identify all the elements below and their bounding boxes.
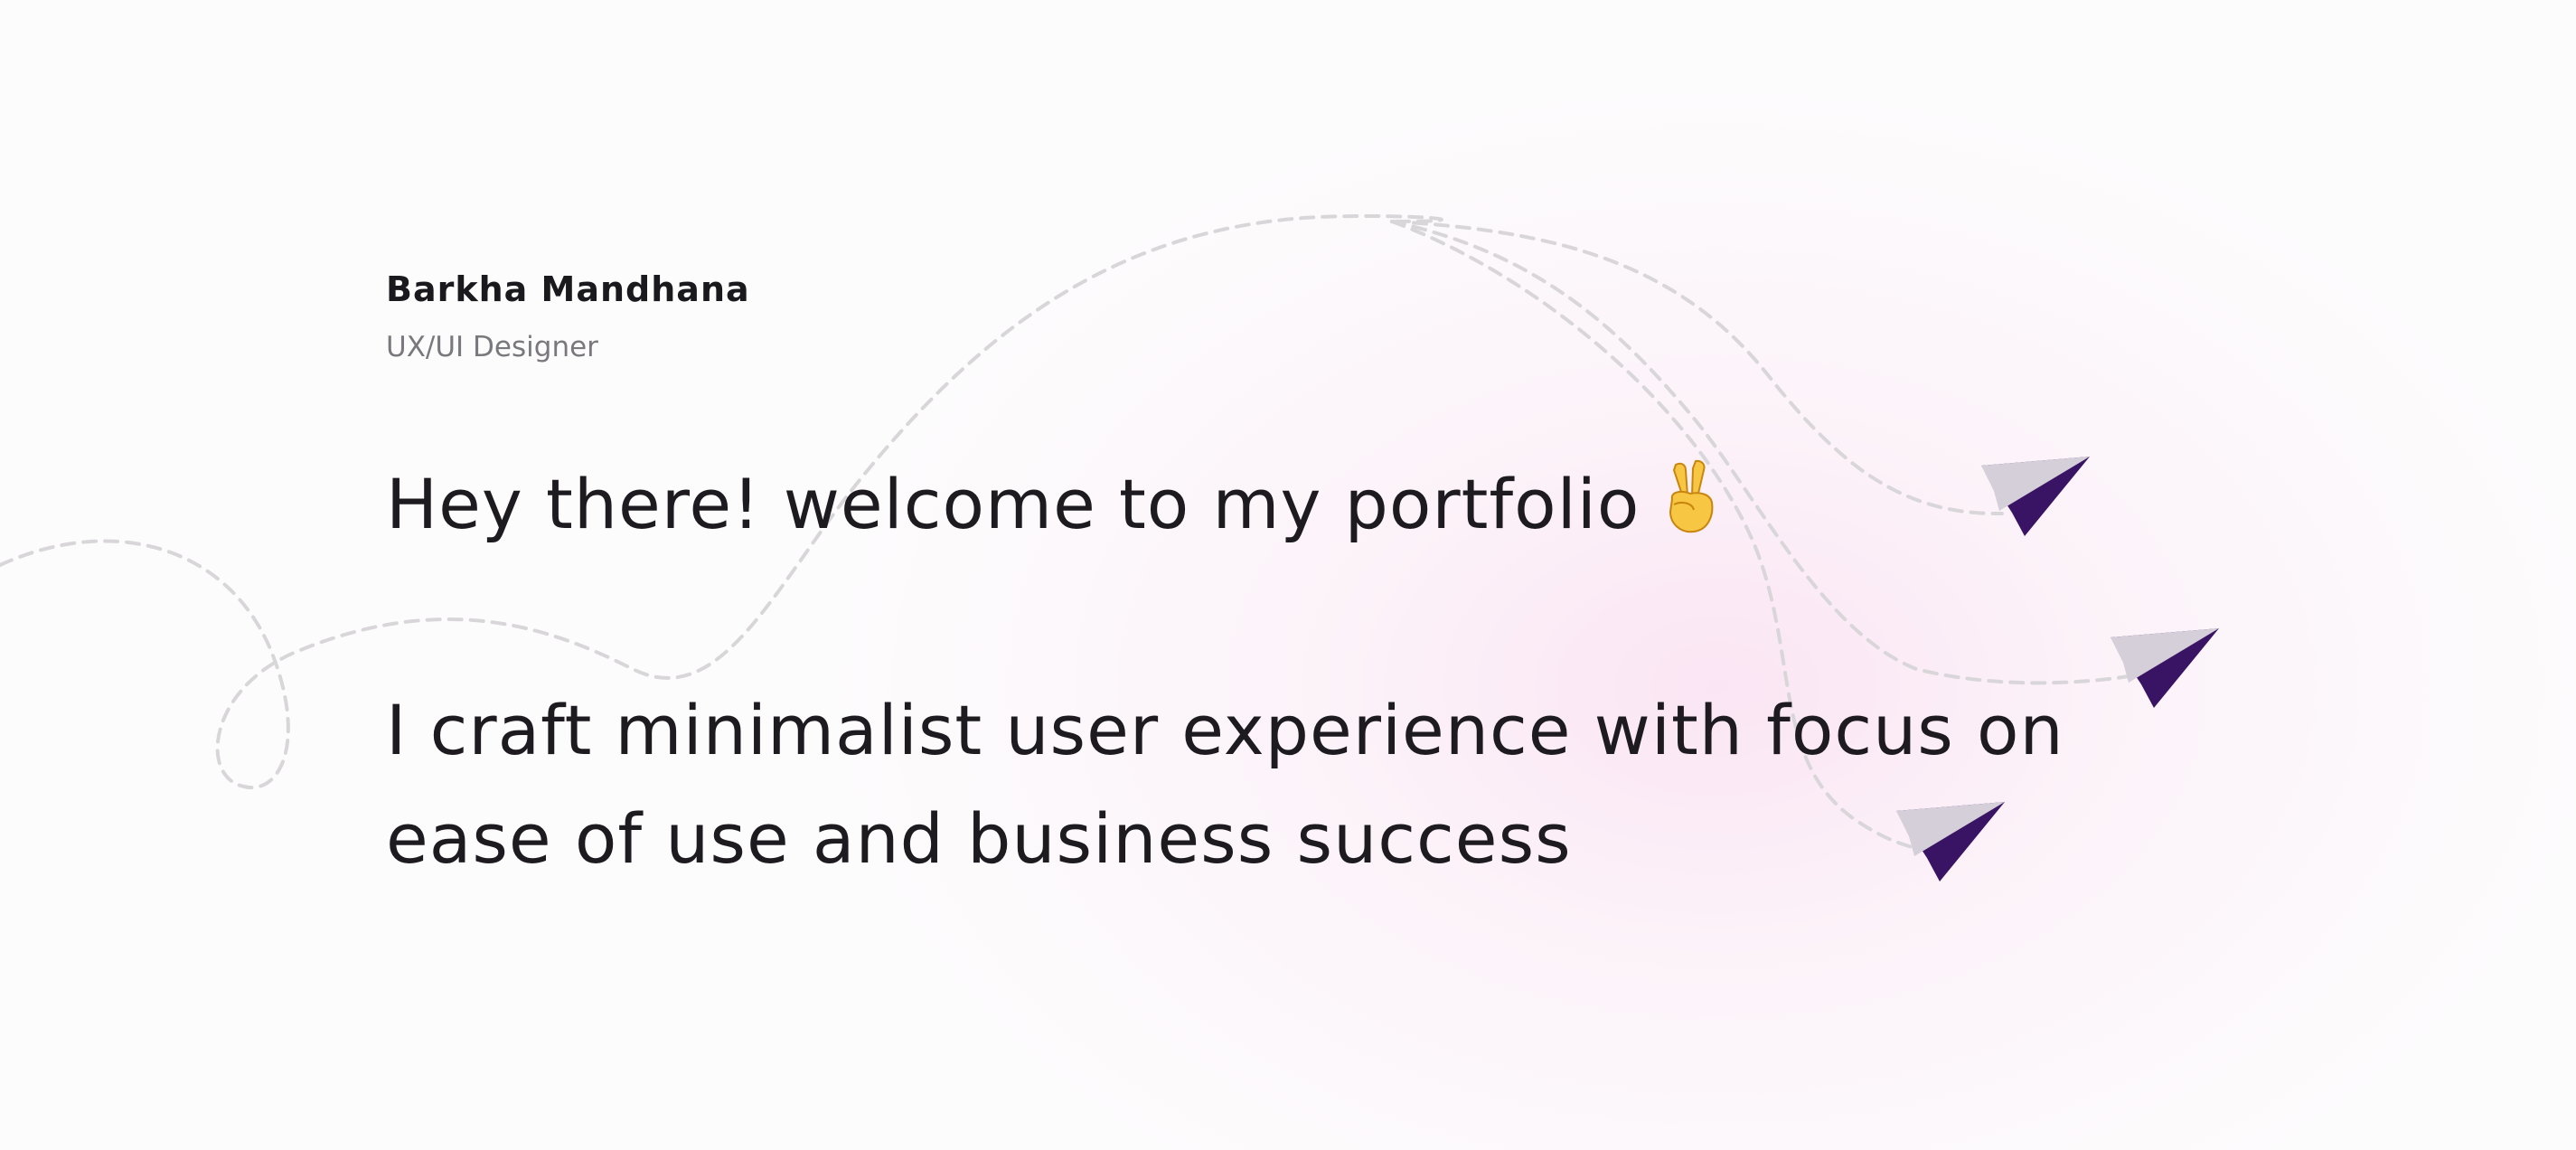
designer-name: Barkha Mandhana (386, 269, 750, 309)
flight-trail-middle-plane (1390, 220, 2130, 685)
tagline-line-2: ease of use and business success (386, 798, 1572, 879)
flight-trails-decoration (0, 213, 2219, 881)
portfolio-hero: Barkha Mandhana UX/UI Designer Hey there… (0, 0, 2576, 1150)
designer-role: UX/UI Designer (386, 331, 598, 363)
tagline-paragraph: I craft minimalist user experience with … (386, 676, 2194, 893)
paper-plane-icon (1981, 457, 2090, 536)
tagline-line-1: I craft minimalist user experience with … (386, 690, 2064, 770)
greeting-text: Hey there! welcome to my portfolio (386, 464, 1641, 544)
greeting-heading: Hey there! welcome to my portfolio (386, 459, 1719, 545)
victory-hand-icon (1669, 459, 1714, 533)
